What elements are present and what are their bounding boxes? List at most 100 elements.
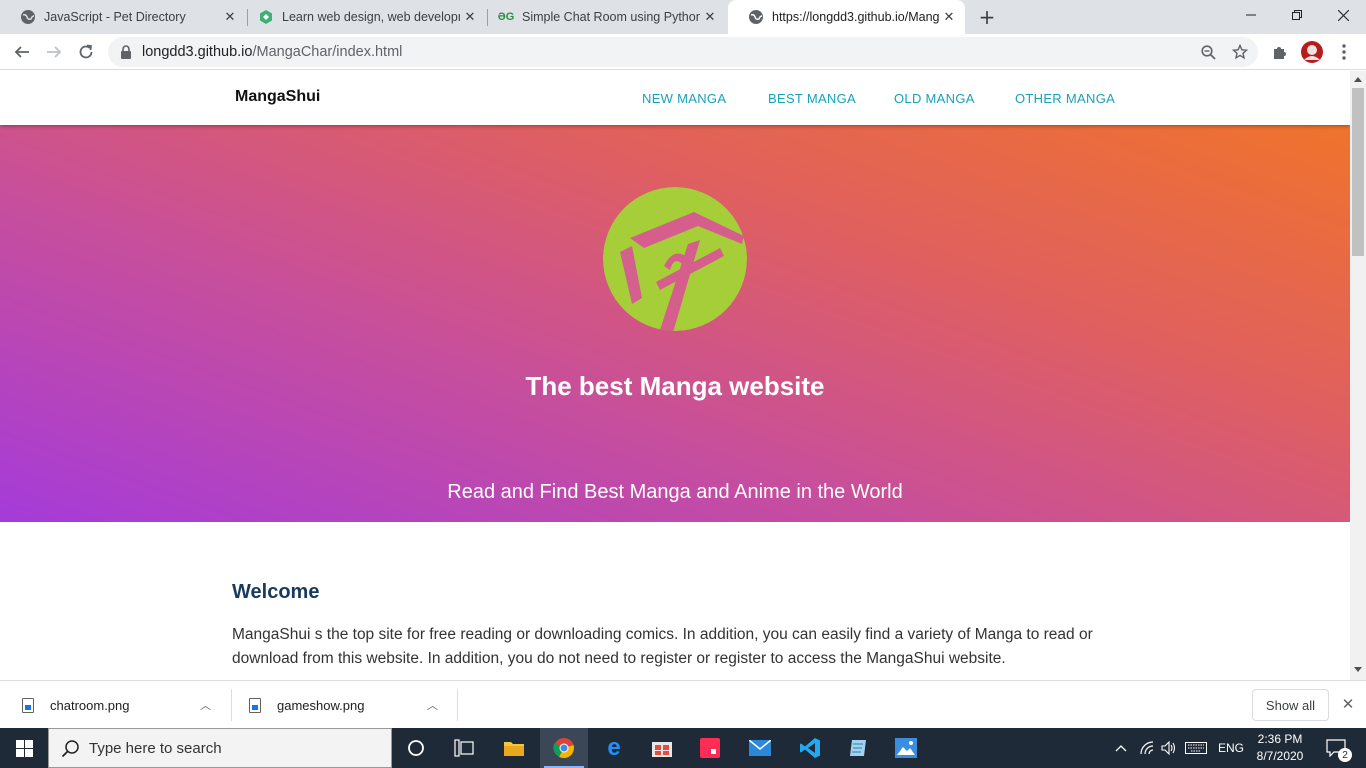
nav-best-manga[interactable]: BEST MANGA	[768, 91, 856, 106]
lock-icon	[121, 45, 131, 59]
site-brand[interactable]: MangaShui	[235, 88, 320, 106]
bookmark-star-icon[interactable]	[1230, 42, 1250, 62]
hero-subtitle: Read and Find Best Manga and Anime in th…	[447, 481, 903, 503]
browser-tab-strip: JavaScript - Pet Directory ✕ Learn web d…	[0, 0, 1366, 34]
new-tab-button[interactable]: +	[976, 5, 998, 29]
search-placeholder: Type here to search	[89, 740, 222, 757]
file-icon	[22, 697, 34, 713]
chevron-up-icon[interactable]: ︿	[427, 697, 438, 713]
forward-button[interactable]	[40, 38, 68, 66]
close-icon[interactable]: ✕	[700, 7, 720, 27]
cortana-icon[interactable]	[392, 728, 440, 768]
avatar-icon	[1301, 41, 1323, 63]
globe-icon	[748, 9, 764, 25]
back-button[interactable]	[8, 38, 36, 66]
tab-mangashui[interactable]: https://longdd3.github.io/Manga ✕	[728, 0, 965, 34]
file-explorer-icon[interactable]	[490, 728, 538, 768]
page-viewport: MangaShui NEW MANGA BEST MANGA OLD MANGA…	[0, 71, 1350, 680]
wifi-icon[interactable]	[1136, 728, 1158, 768]
hero-title: The best Manga website	[525, 371, 825, 401]
taskbar-search[interactable]: Type here to search	[48, 728, 392, 768]
welcome-heading: Welcome	[232, 581, 320, 603]
download-divider	[457, 689, 458, 721]
address-bar[interactable]: longdd3.github.io/MangaChar/index.html	[108, 37, 1258, 67]
close-icon[interactable]: ✕	[939, 7, 959, 27]
close-icon[interactable]: ✕	[1338, 694, 1358, 714]
nav-old-manga[interactable]: OLD MANGA	[894, 91, 975, 106]
tab-title: JavaScript - Pet Directory	[44, 10, 186, 24]
restore-button[interactable]	[1274, 0, 1320, 30]
clock-date: 8/7/2020	[1256, 749, 1304, 763]
tab-pet-directory[interactable]: JavaScript - Pet Directory ✕	[0, 0, 246, 34]
download-filename: chatroom.png	[50, 697, 130, 713]
zoom-icon[interactable]	[1198, 42, 1218, 62]
photos-icon[interactable]	[882, 728, 930, 768]
task-view-icon[interactable]	[440, 728, 488, 768]
keyboard-icon[interactable]	[1182, 728, 1210, 768]
reload-button[interactable]	[72, 38, 100, 66]
extensions-button[interactable]	[1266, 38, 1294, 66]
volume-icon[interactable]	[1158, 728, 1180, 768]
scrollbar-thumb[interactable]	[1352, 88, 1364, 256]
reload-icon	[79, 44, 93, 59]
site-navbar: MangaShui NEW MANGA BEST MANGA OLD MANGA…	[0, 71, 1350, 125]
puzzle-icon	[1274, 47, 1286, 59]
close-icon[interactable]: ✕	[460, 7, 480, 27]
tab-title: https://longdd3.github.io/Manga	[772, 10, 939, 24]
tab-title: Learn web design, web developm	[282, 10, 460, 24]
minimize-button[interactable]	[1228, 0, 1274, 30]
download-divider	[231, 689, 232, 721]
menu-button[interactable]	[1330, 38, 1358, 66]
close-icon	[1337, 9, 1349, 21]
close-window-button[interactable]	[1320, 0, 1366, 30]
welcome-paragraph: MangaShui s the top site for free readin…	[232, 626, 1093, 667]
notepad-icon[interactable]	[834, 728, 882, 768]
system-clock[interactable]: 2:36 PM 8/7/2020	[1252, 731, 1308, 765]
scroll-down-icon[interactable]	[1354, 667, 1362, 672]
minimize-icon	[1246, 14, 1256, 16]
site-logo-icon	[603, 187, 747, 331]
windows-logo-icon	[15, 739, 33, 757]
arrow-left-icon	[14, 46, 29, 58]
download-item[interactable]: gameshow.png ︿	[249, 681, 457, 729]
vscode-icon[interactable]	[786, 728, 834, 768]
scroll-up-icon[interactable]	[1354, 77, 1362, 82]
language-indicator[interactable]: ENG	[1214, 728, 1248, 768]
url-text: longdd3.github.io/MangaChar/index.html	[142, 44, 402, 60]
search-icon	[61, 740, 79, 758]
url-host: longdd3.github.io	[142, 44, 253, 60]
edge-icon[interactable]: e	[590, 728, 638, 768]
gfg-icon: ƏG	[497, 11, 515, 23]
arrow-right-icon	[47, 46, 62, 58]
url-path: /MangaChar/index.html	[252, 44, 403, 60]
clock-time: 2:36 PM	[1257, 732, 1303, 746]
hero-section: The best Manga website Read and Find Bes…	[0, 125, 1350, 522]
file-icon	[249, 697, 261, 713]
close-icon[interactable]: ✕	[220, 7, 240, 27]
browser-toolbar: longdd3.github.io/MangaChar/index.html	[0, 34, 1366, 70]
notification-count: 2	[1338, 748, 1352, 762]
download-filename: gameshow.png	[277, 697, 365, 713]
page-scrollbar[interactable]	[1350, 71, 1366, 680]
download-shelf: chatroom.png ︿ gameshow.png ︿ Show all ✕	[0, 680, 1366, 728]
globe-icon	[20, 9, 36, 25]
tab-codecademy[interactable]: Learn web design, web developm ✕	[238, 0, 486, 34]
kebab-menu-icon	[1342, 44, 1346, 60]
app-icon[interactable]	[686, 728, 734, 768]
nav-other-manga[interactable]: OTHER MANGA	[1015, 91, 1115, 106]
chevron-up-icon[interactable]: ︿	[200, 697, 211, 713]
nav-new-manga[interactable]: NEW MANGA	[642, 91, 726, 106]
notification-center-button[interactable]: 2	[1316, 728, 1356, 768]
chevron-up-icon[interactable]	[1110, 728, 1132, 768]
store-icon[interactable]	[638, 728, 686, 768]
profile-avatar[interactable]	[1298, 38, 1326, 66]
show-all-downloads-button[interactable]: Show all	[1252, 689, 1329, 721]
tab-chat-room[interactable]: ƏG Simple Chat Room using Python ✕	[478, 0, 726, 34]
download-item[interactable]: chatroom.png ︿	[22, 681, 230, 729]
mail-icon[interactable]	[736, 728, 784, 768]
codecademy-icon	[258, 9, 274, 25]
start-button[interactable]	[0, 728, 48, 768]
chrome-icon[interactable]	[540, 728, 588, 768]
restore-icon	[1292, 10, 1302, 20]
windows-taskbar: Type here to search e ENG 2:36 PM 8/7/20…	[0, 728, 1366, 768]
